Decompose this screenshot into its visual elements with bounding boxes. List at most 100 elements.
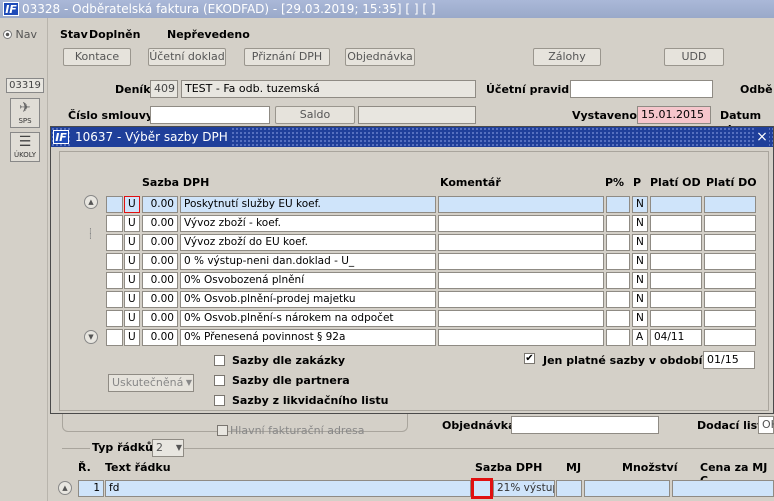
sazby-likvidacni-checkbox[interactable]: [214, 395, 225, 406]
rate-cell-sel[interactable]: [106, 272, 123, 289]
rate-cell-sel[interactable]: [106, 234, 123, 251]
rate-cell-rate[interactable]: 0.00: [142, 215, 178, 232]
rate-cell-rate[interactable]: 0.00: [142, 253, 178, 270]
rate-cell-pp[interactable]: [606, 310, 630, 327]
rate-cell-od[interactable]: [650, 310, 702, 327]
rate-cell-sel[interactable]: [106, 215, 123, 232]
scroll-down-icon[interactable]: ▼: [84, 330, 98, 344]
sazby-zakazky-checkbox[interactable]: [214, 355, 225, 366]
rate-cell-do[interactable]: [704, 253, 756, 270]
line-mnozstvi-field[interactable]: [584, 480, 670, 497]
rate-cell-sel[interactable]: [106, 253, 123, 270]
dodaci-list-field[interactable]: OH: [758, 416, 774, 434]
rate-cell-sel[interactable]: [106, 329, 123, 346]
rate-cell-od[interactable]: [650, 272, 702, 289]
hlavni-fakturacni-checkbox[interactable]: [217, 425, 228, 436]
rate-cell-comment[interactable]: [438, 215, 604, 232]
objednavka-field[interactable]: [511, 416, 659, 434]
rate-cell-od[interactable]: [650, 253, 702, 270]
rate-cell-rate[interactable]: 0.00: [142, 272, 178, 289]
rate-cell-name[interactable]: 0% Přenesená povinnost § 92a: [180, 329, 436, 346]
rate-cell-name[interactable]: 0% Osvob.plnění-s nárokem na odpočet: [180, 310, 436, 327]
line-sazba-field[interactable]: 21% výstup: [493, 480, 555, 497]
typ-radku-select[interactable]: 2 ▼: [152, 439, 184, 457]
rate-cell-rate[interactable]: 0.00: [142, 310, 178, 327]
rate-cell-comment[interactable]: [438, 329, 604, 346]
line-cena-field[interactable]: [672, 480, 774, 497]
rate-cell-u[interactable]: U: [124, 215, 140, 232]
rate-cell-comment[interactable]: [438, 253, 604, 270]
rate-cell-sel[interactable]: [106, 291, 123, 308]
vystaveno-field[interactable]: 15.01.2015: [637, 106, 711, 124]
cislo-smlouvy-field[interactable]: [150, 106, 270, 124]
rate-cell-od[interactable]: [650, 215, 702, 232]
obdobi-field[interactable]: 01/15: [703, 351, 755, 369]
rate-cell-rate[interactable]: 0.00: [142, 234, 178, 251]
rate-cell-p[interactable]: N: [632, 310, 648, 327]
close-icon[interactable]: ×: [755, 127, 769, 147]
rate-cell-do[interactable]: [704, 196, 756, 213]
rate-cell-p[interactable]: A: [632, 329, 648, 346]
sps-button[interactable]: ✈ SPS: [10, 98, 40, 128]
rate-cell-pp[interactable]: [606, 291, 630, 308]
rate-cell-name[interactable]: Poskytnutí služby EU koef.: [180, 196, 436, 213]
line-text-field[interactable]: fd: [105, 480, 471, 497]
rate-cell-name[interactable]: Vývoz zboží do EU koef.: [180, 234, 436, 251]
ucetni-pravidlo-field[interactable]: [570, 80, 713, 98]
rate-cell-comment[interactable]: [438, 272, 604, 289]
rate-cell-pp[interactable]: [606, 234, 630, 251]
rate-cell-u[interactable]: U: [124, 234, 140, 251]
rate-cell-u[interactable]: U: [124, 329, 140, 346]
rate-cell-do[interactable]: [704, 291, 756, 308]
scroll-grip-icon[interactable]: ⁞ ⁞: [89, 228, 92, 242]
denik-code-field[interactable]: 409: [150, 80, 178, 98]
jen-platne-checkbox[interactable]: ✔: [524, 353, 535, 364]
rate-cell-name[interactable]: 0 % výstup-neni dan.doklad - U_: [180, 253, 436, 270]
rate-cell-pp[interactable]: [606, 253, 630, 270]
saldo-smlouvy-button[interactable]: Saldo smlouvy: [275, 106, 355, 137]
rate-cell-u[interactable]: U: [124, 253, 140, 270]
rate-cell-name[interactable]: 0% Osvobozená plnění: [180, 272, 436, 289]
rate-cell-name[interactable]: Vývoz zboží - koef.: [180, 215, 436, 232]
rate-cell-do[interactable]: [704, 215, 756, 232]
rate-cell-sel[interactable]: [106, 310, 123, 327]
rate-cell-od[interactable]: 04/11: [650, 329, 702, 346]
rate-cell-p[interactable]: N: [632, 215, 648, 232]
rate-cell-u[interactable]: U: [124, 196, 140, 213]
rate-cell-u[interactable]: U: [124, 272, 140, 289]
rate-cell-od[interactable]: [650, 234, 702, 251]
rate-cell-name[interactable]: 0% Osvob.plnění-prodej majetku: [180, 291, 436, 308]
rate-cell-rate[interactable]: 0.00: [142, 291, 178, 308]
rate-cell-p[interactable]: N: [632, 234, 648, 251]
rate-cell-p[interactable]: N: [632, 272, 648, 289]
rate-cell-comment[interactable]: [438, 291, 604, 308]
nav-radio[interactable]: Nav: [3, 28, 37, 41]
uskutecnena-select[interactable]: Uskutečněná ▼: [108, 374, 194, 392]
kontace-button[interactable]: Kontace: [63, 48, 131, 66]
scroll-up-icon[interactable]: ▲: [84, 195, 98, 209]
scroll-up-icon[interactable]: ▲: [58, 481, 72, 495]
rate-cell-pp[interactable]: [606, 196, 630, 213]
sazby-partnera-checkbox[interactable]: [214, 375, 225, 386]
line-mj-field[interactable]: [556, 480, 582, 497]
rate-cell-comment[interactable]: [438, 310, 604, 327]
rate-cell-p[interactable]: N: [632, 196, 648, 213]
rate-cell-p[interactable]: N: [632, 253, 648, 270]
udd-button[interactable]: UDD: [664, 48, 724, 66]
ucetni-doklad-button[interactable]: Účetní doklad: [148, 48, 226, 66]
rate-cell-comment[interactable]: [438, 234, 604, 251]
priznani-dph-button[interactable]: Přiznání DPH: [244, 48, 330, 66]
zalohy-button[interactable]: Zálohy: [533, 48, 601, 66]
rate-cell-rate[interactable]: 0.00: [142, 329, 178, 346]
rate-cell-od[interactable]: [650, 291, 702, 308]
ukoly-button[interactable]: ☰ ÚKOLY: [10, 132, 40, 162]
rate-cell-u[interactable]: U: [124, 310, 140, 327]
objednavka-button[interactable]: Objednávka: [345, 48, 415, 66]
rate-cell-pp[interactable]: [606, 215, 630, 232]
rate-cell-do[interactable]: [704, 310, 756, 327]
rate-cell-pp[interactable]: [606, 272, 630, 289]
rate-cell-pp[interactable]: [606, 329, 630, 346]
rate-cell-p[interactable]: N: [632, 291, 648, 308]
sazba-button-highlight[interactable]: [471, 478, 493, 499]
rate-cell-comment[interactable]: [438, 196, 604, 213]
